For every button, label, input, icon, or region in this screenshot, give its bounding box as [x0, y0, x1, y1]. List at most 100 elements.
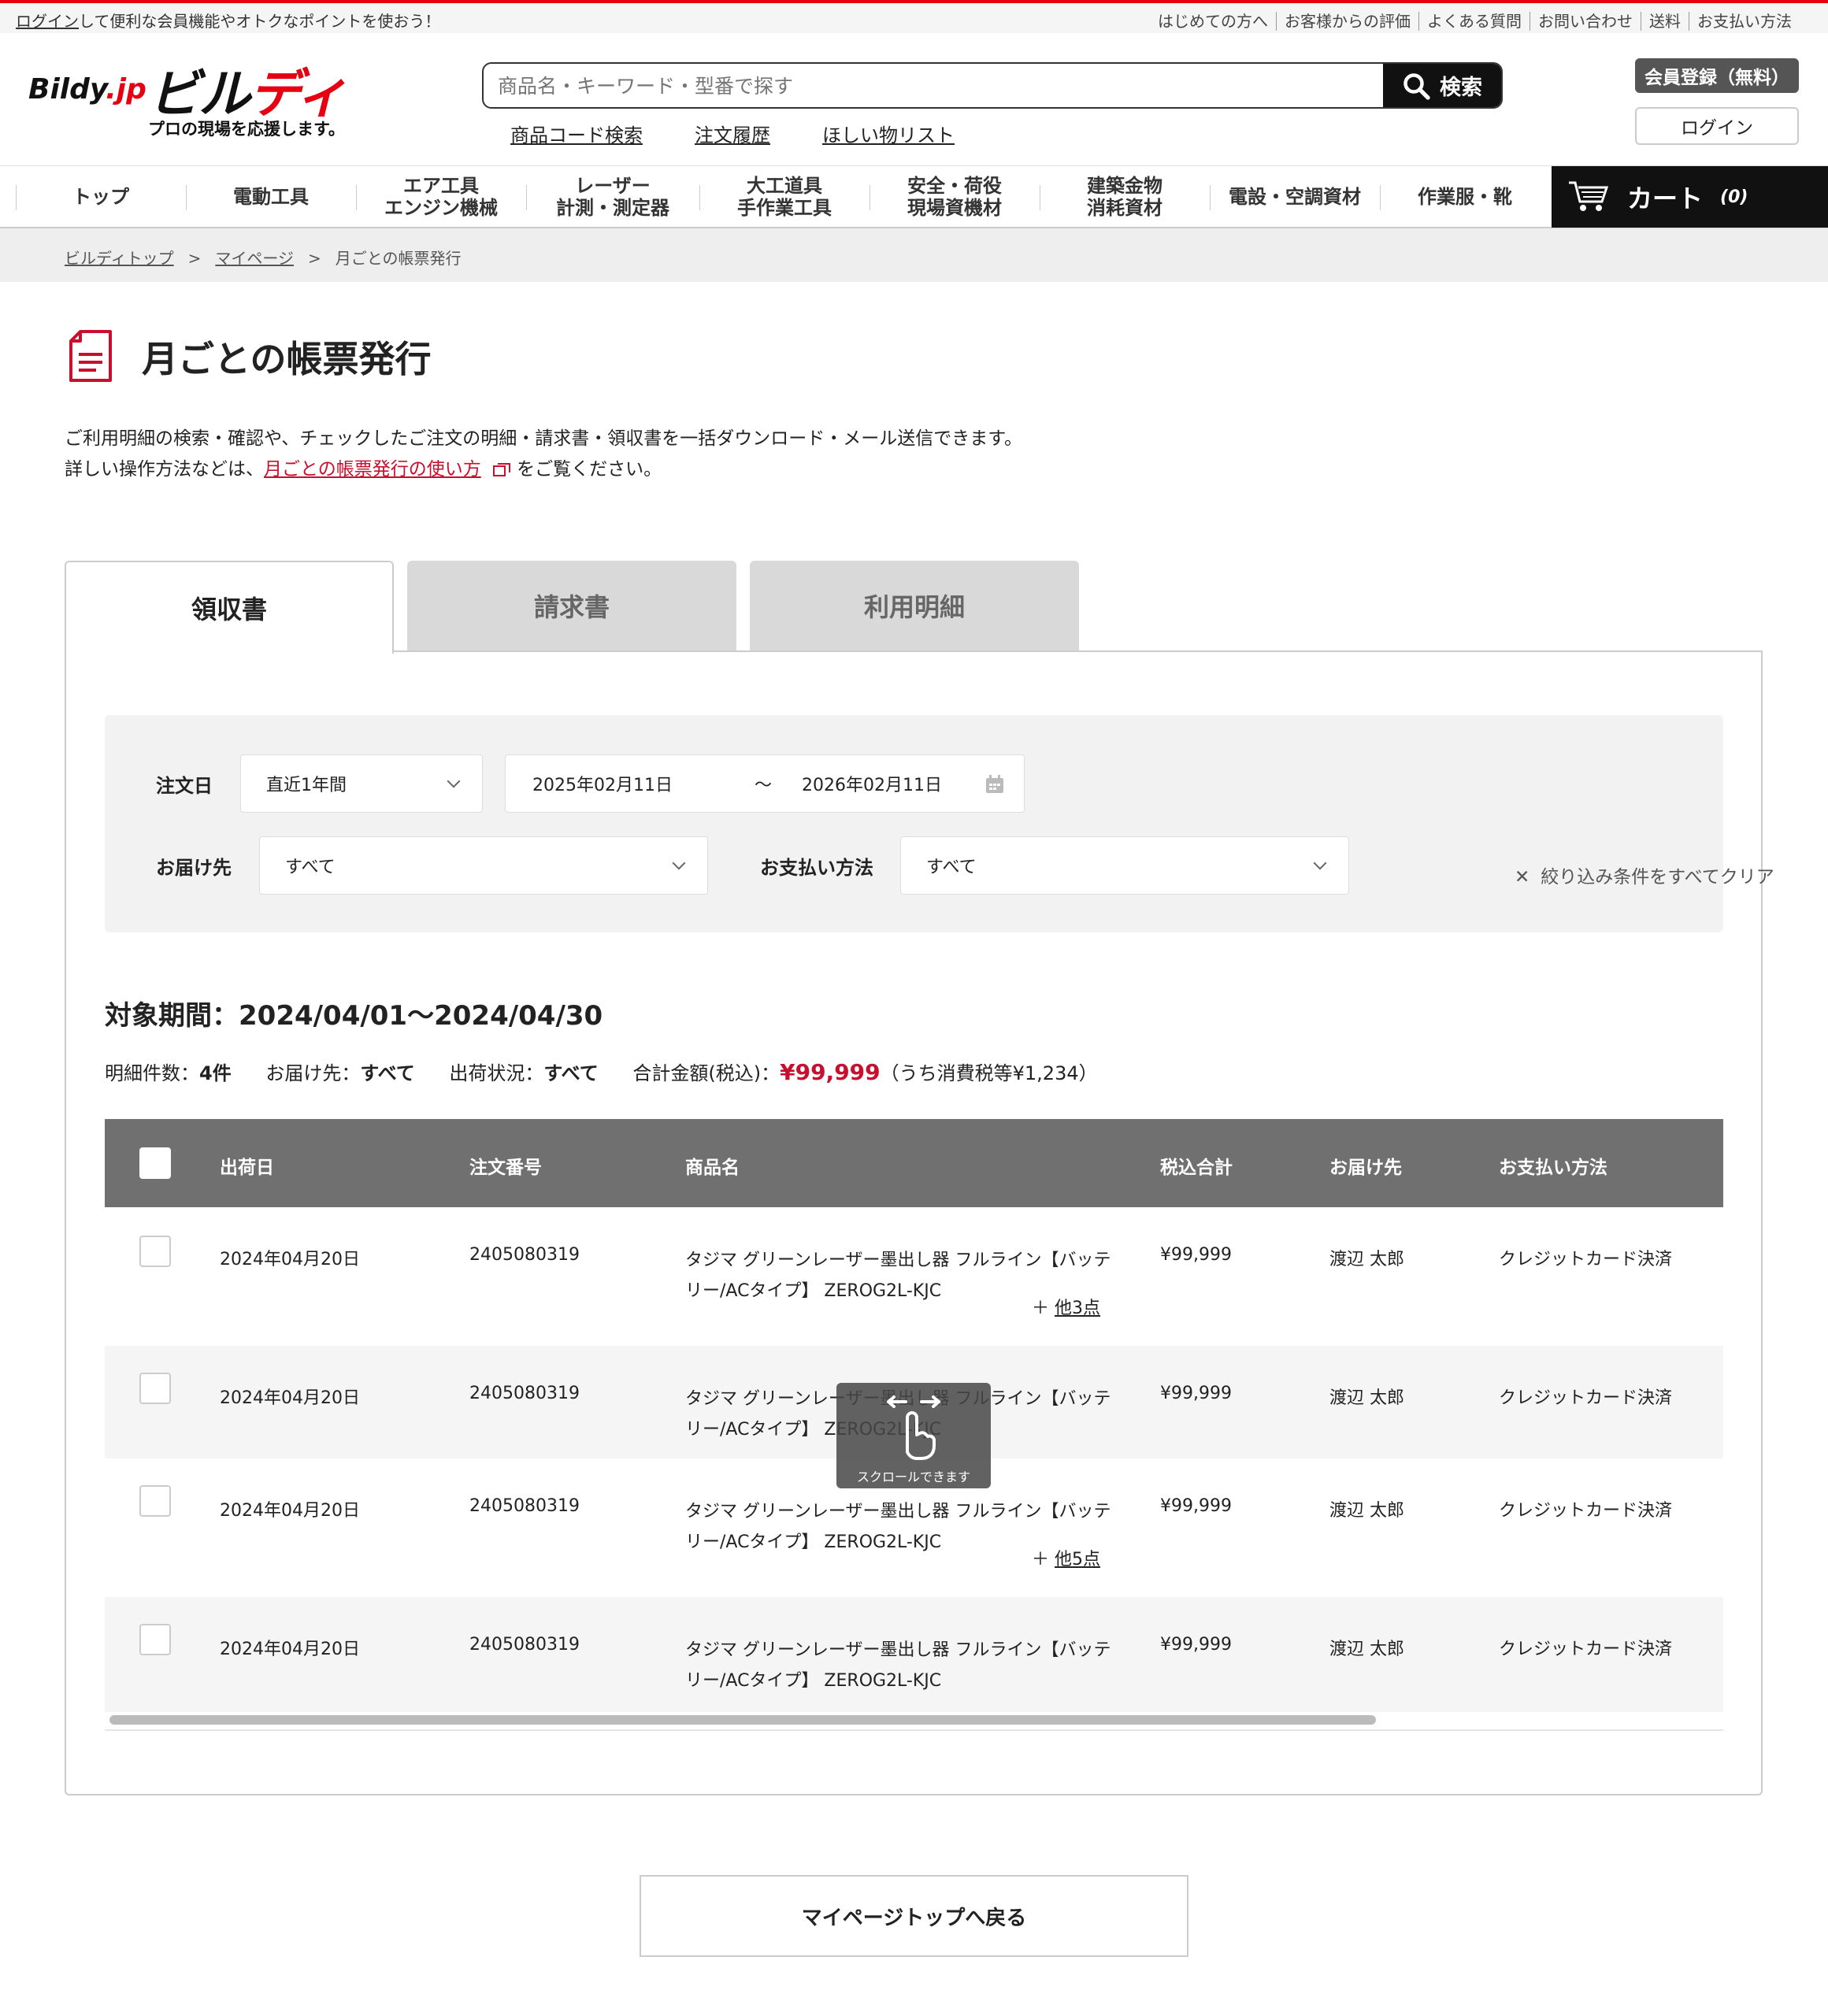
chevron-down-icon [672, 856, 686, 870]
login-link[interactable]: ログイン [16, 12, 79, 31]
nav-item-carpentry[interactable]: 大工道具 手作業工具 [699, 166, 870, 228]
date-to[interactable]: 2026年02月11日 [802, 771, 942, 796]
summary-line: 明細件数：4件 お届け先：すべて 出荷状況：すべて 合計金額(税込)：¥99,9… [105, 1059, 1098, 1085]
filter-panel: 注文日 直近1年間 2025年02月11日 〜 2026年02月11日 お届け先… [105, 715, 1774, 932]
nav-item-laser[interactable]: レーザー 計測・測定器 [526, 166, 699, 228]
date-range-tilde: 〜 [755, 776, 773, 795]
select-all-checkbox[interactable] [139, 1147, 171, 1179]
ship-date: 2024年04月20日 [220, 1640, 360, 1659]
wishlist-link[interactable]: ほしい物リスト [822, 124, 955, 146]
calendar-icon[interactable] [984, 774, 1005, 795]
link-faq[interactable]: よくある質問 [1418, 12, 1530, 31]
breadcrumb-current: 月ごとの帳票発行 [335, 249, 462, 268]
how-to-link[interactable]: 月ごとの帳票発行の使い方 [264, 459, 481, 480]
col-product-name: 商品名 [685, 1158, 740, 1178]
product-code-search-link[interactable]: 商品コード検索 [510, 124, 643, 146]
total-price: ¥99,999 [1160, 1245, 1232, 1265]
top-info-bar: ログインして便利な会員機能やオトクなポイントを使おう！ はじめての方へ お客様から… [0, 3, 1828, 33]
row-checkbox[interactable] [139, 1624, 171, 1655]
search-button[interactable]: 検索 [1383, 64, 1501, 107]
order-number: 2405080319 [469, 1245, 580, 1265]
document-icon [69, 330, 112, 382]
tab-invoice[interactable]: 請求書 [407, 561, 736, 650]
destination-label: お届け先 [156, 857, 232, 879]
tab-receipt[interactable]: 領収書 [65, 561, 394, 654]
payment-method: クレジットカード決済 [1499, 1250, 1673, 1269]
table-row: 2024年04月20日 2405080319 タジマ グリーンレーザー墨出し器 … [105, 1207, 1723, 1346]
breadcrumb: ビルディトップ > マイページ > 月ごとの帳票発行 [0, 228, 1828, 282]
destination-select[interactable]: すべて [259, 836, 708, 895]
order-history-link[interactable]: 注文履歴 [695, 124, 770, 146]
nav-item-workwear[interactable]: 作業服・靴 [1380, 166, 1550, 228]
intro-text: ご利用明細の検索・確認や、チェックしたご注文の明細・請求書・領収書を一括ダウンロ… [65, 428, 1023, 480]
swipe-hand-icon [887, 1395, 940, 1460]
target-period: 対象期間：2024/04/01〜2024/04/30 [105, 1000, 603, 1032]
ship-date: 2024年04月20日 [220, 1501, 360, 1521]
col-order-number: 注文番号 [469, 1158, 542, 1178]
nav-item-power-tools[interactable]: 電動工具 [186, 166, 356, 228]
total-amount: ¥99,999 [780, 1059, 881, 1085]
row-checkbox[interactable] [139, 1485, 171, 1517]
payment-method: クレジットカード決済 [1499, 1640, 1673, 1659]
row-checkbox[interactable] [139, 1236, 171, 1267]
payment-method: クレジットカード決済 [1499, 1501, 1673, 1521]
row-checkbox[interactable] [139, 1373, 171, 1404]
chevron-down-icon [447, 774, 461, 788]
cart-count: (0) [1720, 187, 1748, 207]
utility-links: はじめての方へ お客様からの評価 よくある質問 お問い合わせ 送料 お支払い方法 [1150, 9, 1800, 32]
link-first-time[interactable]: はじめての方へ [1150, 12, 1276, 31]
col-destination: お届け先 [1329, 1158, 1402, 1178]
back-to-mypage-button[interactable]: マイページトップへ戻る [640, 1875, 1188, 1957]
nav-item-top[interactable]: トップ [16, 166, 186, 228]
cart-button[interactable]: カート (0) [1552, 166, 1828, 228]
destination: 渡辺 太郎 [1329, 1640, 1404, 1659]
chevron-down-icon [1313, 856, 1327, 870]
more-items-link[interactable]: ＋ 他3点 [1032, 1294, 1100, 1319]
payment-method-select[interactable]: すべて [900, 836, 1349, 895]
clear-filters-button[interactable]: ✕ 絞り込み条件をすべてクリア [1515, 862, 1774, 888]
total-price: ¥99,999 [1160, 1496, 1232, 1516]
nav-item-safety[interactable]: 安全・荷役 現場資機材 [870, 166, 1040, 228]
search-input[interactable] [498, 72, 1333, 100]
product-name: タジマ グリーンレーザー墨出し器 フルライン【バッテリー/ACタイプ】 ZERO… [685, 1640, 1111, 1691]
login-button[interactable]: ログイン [1635, 107, 1799, 145]
nav-item-air-tools[interactable]: エア工具 エンジン機械 [356, 166, 526, 228]
external-window-icon [493, 462, 511, 476]
breadcrumb-home[interactable]: ビルディトップ [65, 249, 174, 268]
col-ship-date: 出荷日 [220, 1158, 274, 1178]
destination: 渡辺 太郎 [1329, 1388, 1404, 1408]
logo-bildy-jp[interactable]: Bildy.jp [28, 73, 146, 106]
period-select[interactable]: 直近1年間 [240, 754, 483, 813]
breadcrumb-mypage[interactable]: マイページ [215, 249, 294, 268]
payment-method-label: お支払い方法 [760, 857, 873, 879]
table-header: 出荷日 注文番号 商品名 税込合計 お届け先 お支払い方法 [105, 1119, 1723, 1207]
link-payment[interactable]: お支払い方法 [1689, 12, 1800, 31]
table-row: 2024年04月20日 2405080319 タジマ グリーンレーザー墨出し器 … [105, 1597, 1723, 1712]
tagline: プロの現場を応援します。 [148, 120, 345, 139]
ship-date: 2024年04月20日 [220, 1250, 360, 1269]
horizontal-scrollbar[interactable] [109, 1715, 1376, 1725]
col-payment-method: お支払い方法 [1499, 1158, 1607, 1178]
nav-item-hardware[interactable]: 建築金物 消耗資材 [1040, 166, 1210, 228]
total-price: ¥99,999 [1160, 1635, 1232, 1655]
destination: 渡辺 太郎 [1329, 1250, 1404, 1269]
tab-usage-details[interactable]: 利用明細 [750, 561, 1079, 650]
more-items-link[interactable]: ＋ 他5点 [1032, 1545, 1100, 1570]
link-shipping[interactable]: 送料 [1641, 12, 1689, 31]
nav-item-electrical[interactable]: 電設・空調資材 [1210, 166, 1380, 228]
link-contact[interactable]: お問い合わせ [1530, 12, 1641, 31]
date-range-field[interactable]: 2025年02月11日 〜 2026年02月11日 [505, 754, 1025, 813]
login-message: して便利な会員機能やオトクなポイントを使おう！ [79, 12, 441, 31]
scroll-hint-overlay: スクロールできます [836, 1383, 991, 1488]
ship-date: 2024年04月20日 [220, 1388, 360, 1408]
col-total: 税込合計 [1160, 1158, 1233, 1178]
total-price: ¥99,999 [1160, 1384, 1232, 1403]
register-button[interactable]: 会員登録（無料） [1635, 58, 1799, 93]
link-reviews[interactable]: お客様からの評価 [1276, 12, 1418, 31]
search-box: 検索 [482, 62, 1503, 109]
page-title: 月ごとの帳票発行 [142, 338, 432, 380]
date-from[interactable]: 2025年02月11日 [532, 771, 673, 796]
close-icon: ✕ [1515, 867, 1530, 888]
cart-icon [1569, 181, 1609, 211]
order-number: 2405080319 [469, 1384, 580, 1403]
